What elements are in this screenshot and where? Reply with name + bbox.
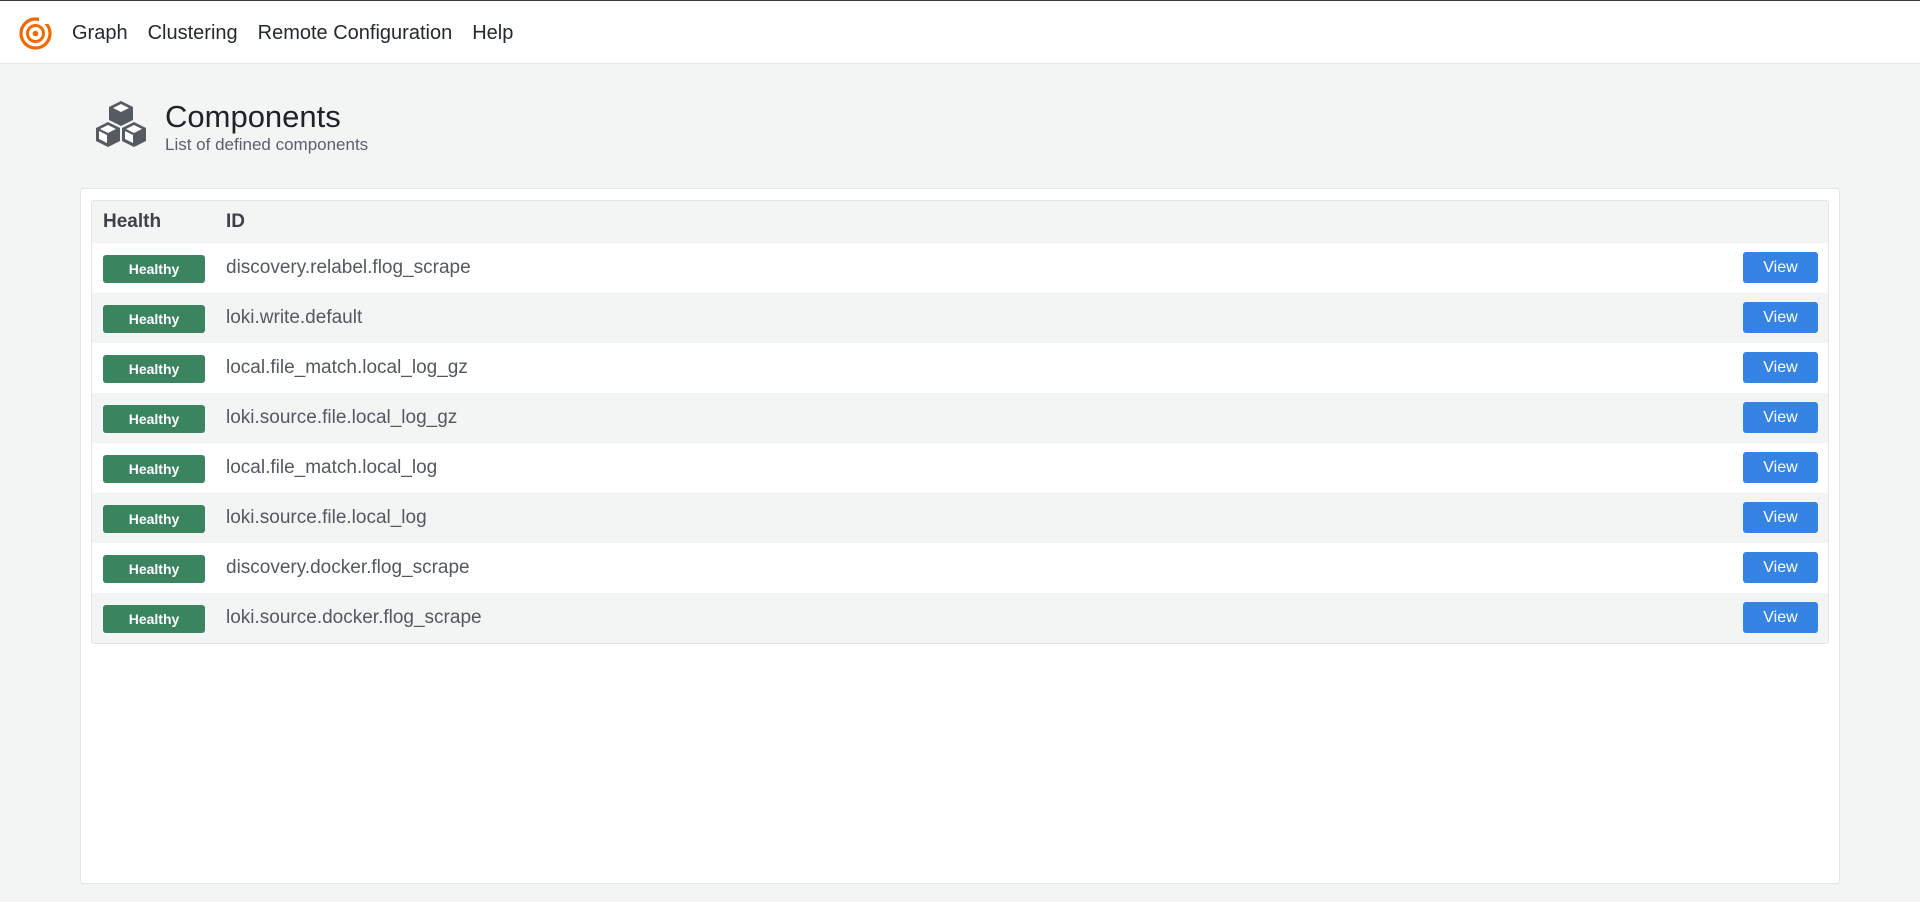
table-row: Healthy discovery.relabel.flog_scrape Vi… [92,243,1828,293]
page-subtitle: List of defined components [165,135,369,154]
top-navigation-bar: Graph Clustering Remote Configuration He… [0,0,1920,64]
table-header: Health ID [92,201,1828,243]
view-button[interactable]: View [1743,302,1818,333]
components-table: Health ID Healthy discovery.relabel.flog… [91,200,1829,644]
health-badge: Healthy [103,605,205,633]
health-badge: Healthy [103,355,205,383]
components-panel: Health ID Healthy discovery.relabel.flog… [80,188,1840,884]
cubes-icon [96,101,146,147]
table-row: Healthy loki.write.default View [92,293,1828,343]
nav-item-clustering[interactable]: Clustering [148,1,238,65]
component-id: discovery.docker.flog_scrape [226,557,470,578]
health-badge: Healthy [103,555,205,583]
view-button[interactable]: View [1743,502,1818,533]
table-row: Healthy loki.source.docker.flog_scrape V… [92,593,1828,643]
nav-item-help[interactable]: Help [472,1,513,65]
component-id: local.file_match.local_log [226,457,438,478]
health-badge: Healthy [103,505,205,533]
view-button[interactable]: View [1743,552,1818,583]
main-nav: Graph Clustering Remote Configuration He… [72,1,533,65]
nav-item-remote-configuration[interactable]: Remote Configuration [258,1,453,65]
component-id: loki.source.file.local_log_gz [226,407,458,428]
component-id: local.file_match.local_log_gz [226,357,468,378]
table-row: Healthy local.file_match.local_log_gz Vi… [92,343,1828,393]
view-button[interactable]: View [1743,352,1818,383]
table-row: Healthy discovery.docker.flog_scrape Vie… [92,543,1828,593]
page-title: Components [165,99,341,134]
component-id: loki.source.docker.flog_scrape [226,607,482,628]
health-badge: Healthy [103,455,205,483]
view-button[interactable]: View [1743,602,1818,633]
component-id: loki.write.default [226,307,363,328]
nav-item-graph[interactable]: Graph [72,1,128,65]
view-button[interactable]: View [1743,452,1818,483]
health-badge: Healthy [103,405,205,433]
view-button[interactable]: View [1743,252,1818,283]
column-header-id[interactable]: ID [226,201,245,243]
table-row: Healthy loki.source.file.local_log View [92,493,1828,543]
component-id: loki.source.file.local_log [226,507,427,528]
health-badge: Healthy [103,255,205,283]
component-id: discovery.relabel.flog_scrape [226,257,471,278]
health-badge: Healthy [103,305,205,333]
column-header-health[interactable]: Health [103,201,161,243]
alloy-logo-icon[interactable] [19,17,52,50]
table-row: Healthy local.file_match.local_log View [92,443,1828,493]
table-row: Healthy loki.source.file.local_log_gz Vi… [92,393,1828,443]
view-button[interactable]: View [1743,402,1818,433]
